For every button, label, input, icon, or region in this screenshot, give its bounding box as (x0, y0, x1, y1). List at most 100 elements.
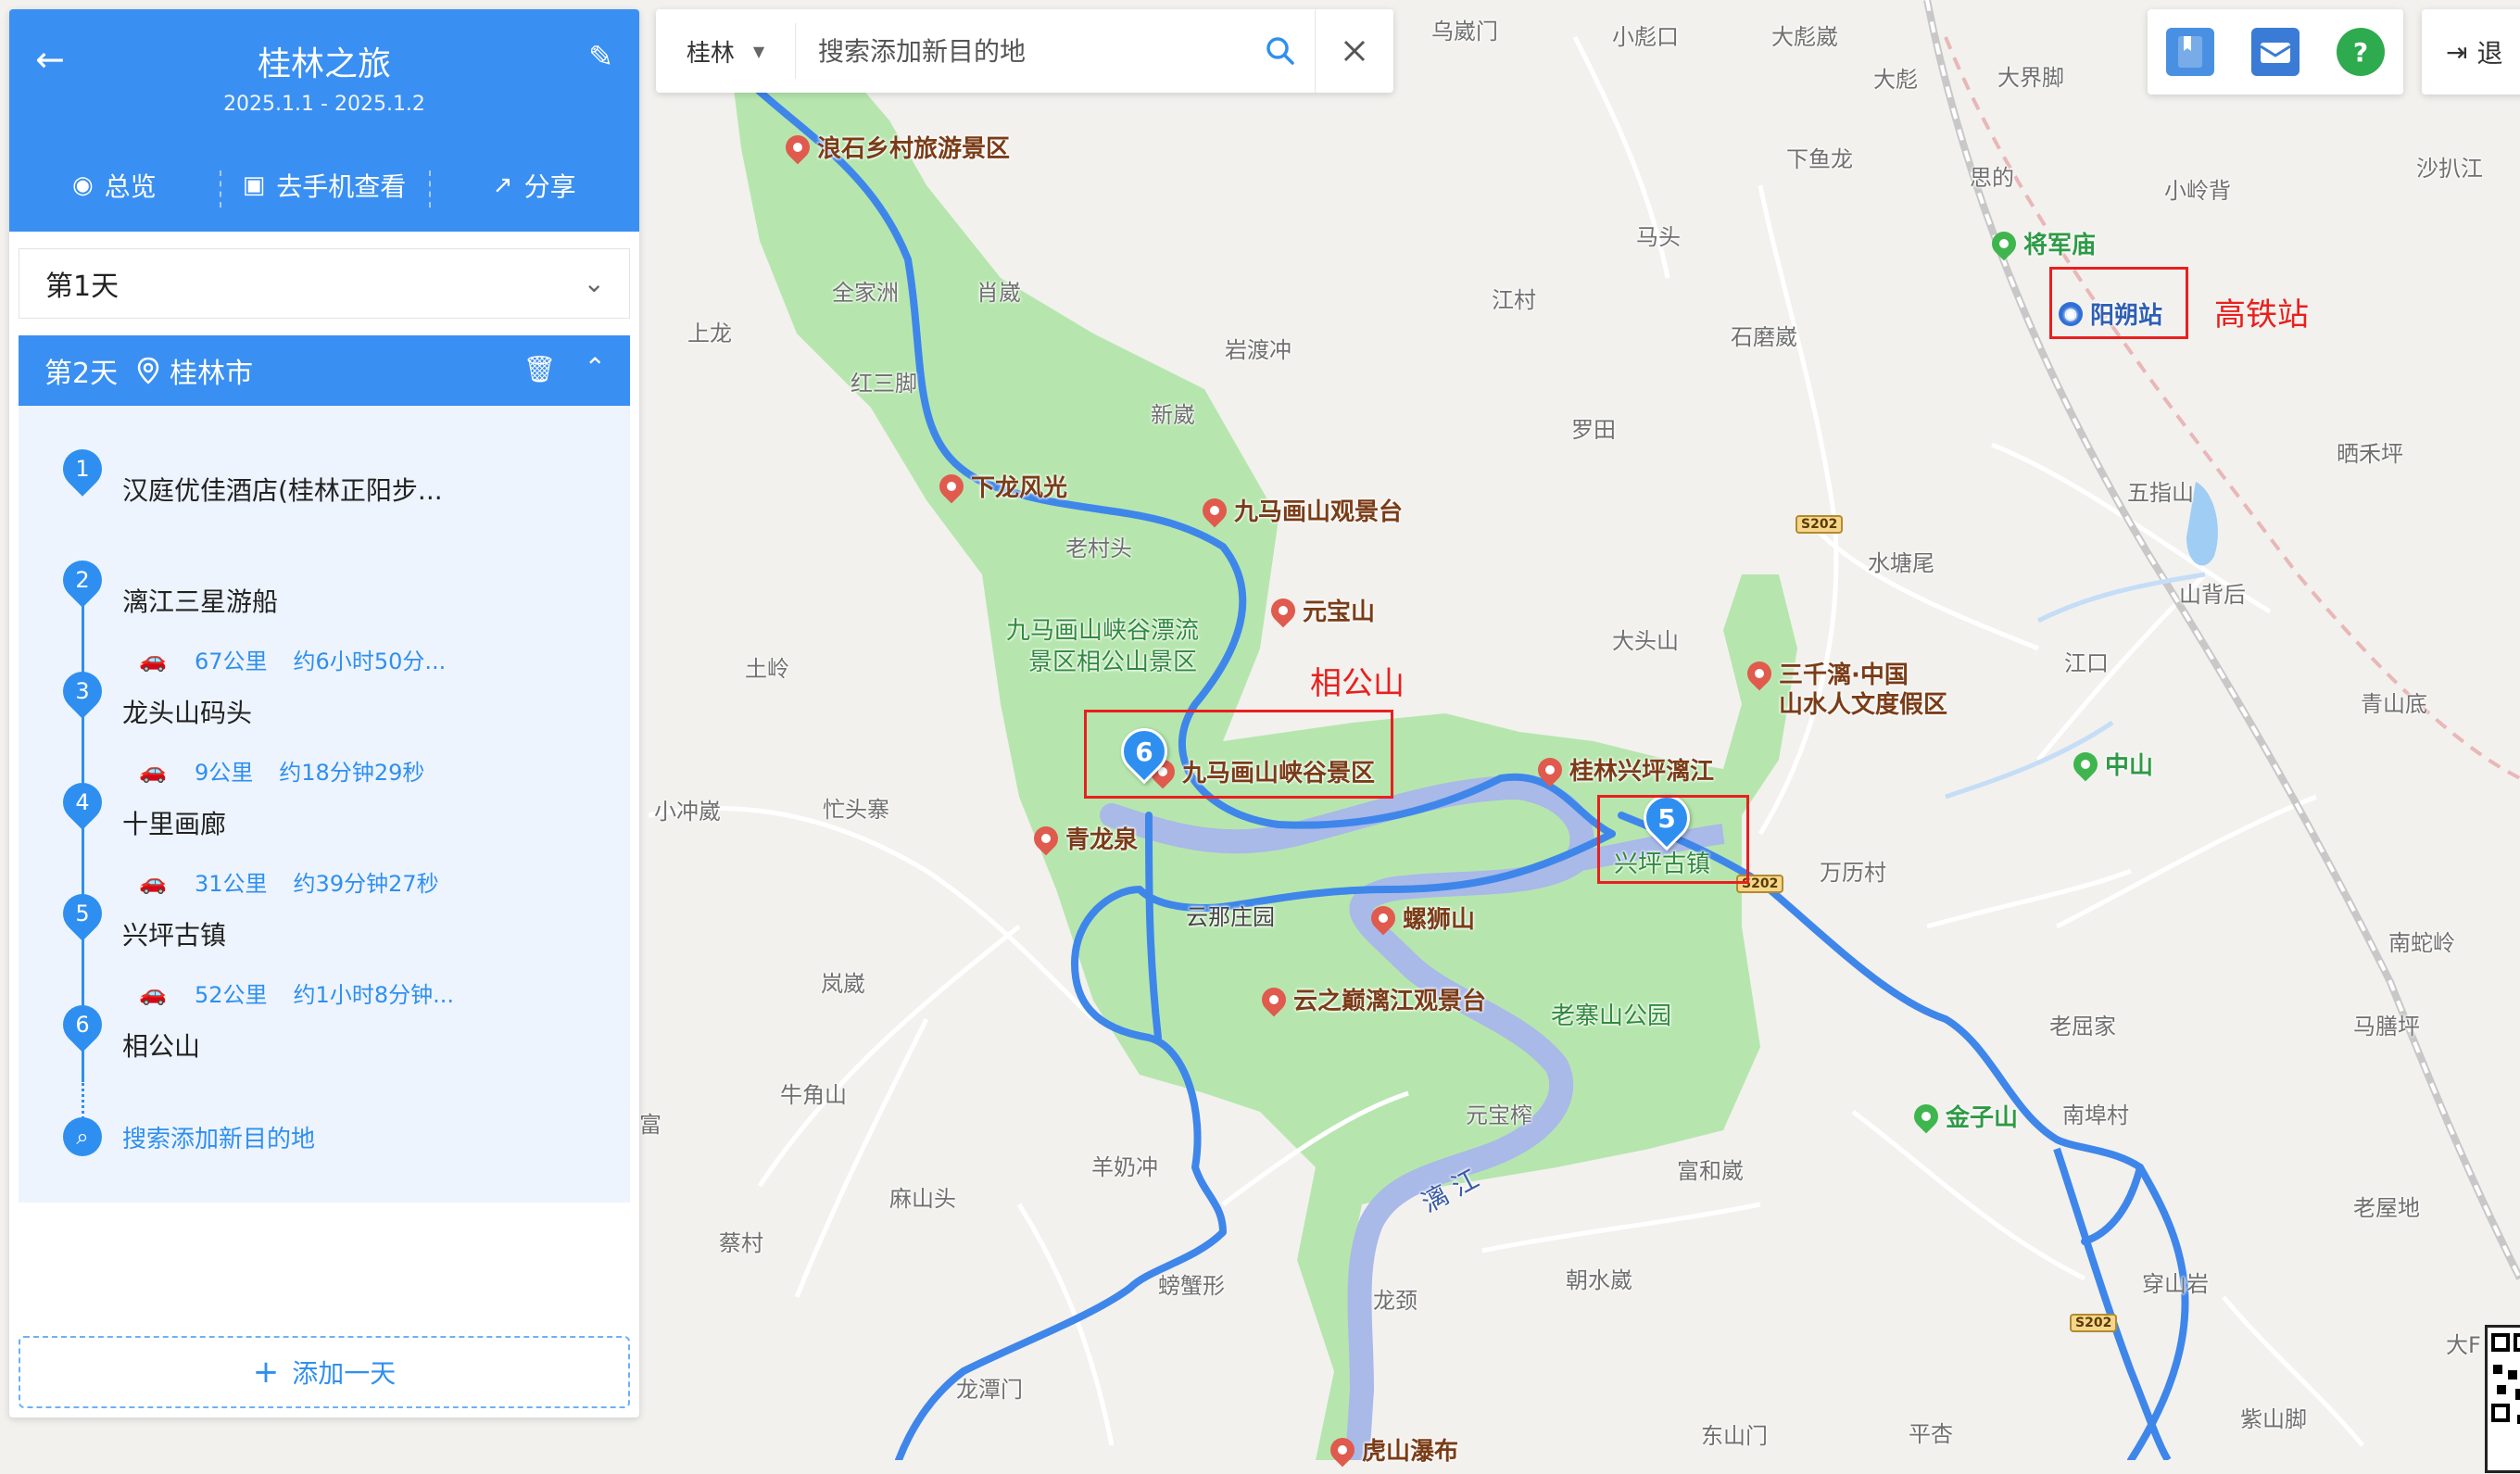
place-label: 老屋地 (2353, 1195, 2420, 1221)
place-label: 石磨崴 (1731, 324, 1797, 350)
poi-pin-icon (1532, 752, 1568, 787)
place-label: 水塘尾 (1868, 550, 1934, 576)
annotation-label: 高铁站 (2214, 296, 2309, 334)
route-segment[interactable]: 🚗 31公里 约39分钟27秒 (139, 865, 439, 898)
location-pin-icon (137, 357, 159, 384)
road-badge: S202 (1796, 515, 1844, 534)
place-label: 南蛇岭 (2388, 930, 2455, 956)
trip-header: ← 桂林之旅 2025.1.1 - 2025.1.2 ✎ ◉ 总览 ▣ 去手机查看 … (9, 9, 639, 232)
trip-dates: 2025.1.1 - 2025.1.2 (223, 93, 425, 116)
road-badge: S202 (2070, 1314, 2118, 1332)
message-icon[interactable] (2251, 28, 2300, 76)
search-button[interactable] (1246, 9, 1315, 93)
trash-icon[interactable]: 🗑 (523, 354, 556, 384)
mountain-pin-icon (2068, 747, 2103, 781)
place-label: 全家洲 (832, 280, 899, 306)
poi-marker[interactable]: 云之巅漓江观景台 (1256, 982, 1486, 1016)
place-label: 老屈家 (2049, 1014, 2116, 1039)
close-icon (1343, 40, 1366, 62)
place-label: 紫山脚 (2240, 1406, 2307, 1432)
place-label: 大彪 (1873, 67, 1918, 93)
poi-marker[interactable]: 青龙泉 (1028, 821, 1138, 855)
poi-pin-icon (780, 130, 815, 164)
place-label: 螃蟹形 (1158, 1273, 1225, 1299)
stop-name: 汉庭优佳酒店(桂林正阳步... (122, 475, 443, 506)
edit-pencil-icon[interactable]: ✎ (588, 39, 613, 74)
place-label: 牛角山 (780, 1082, 847, 1108)
poi-marker[interactable]: 金子山 (1909, 1099, 2018, 1133)
place-label: 穿山岩 (2142, 1271, 2209, 1297)
poi-marker[interactable]: 中山 (2068, 747, 2153, 781)
place-label: 新崴 (1151, 402, 1195, 428)
search-add-destination[interactable]: ⌕ 搜索添加新目的地 (63, 1117, 315, 1156)
chevron-up-icon[interactable]: ⌃ (585, 352, 606, 383)
place-label: 万历村 (1820, 860, 1886, 886)
stop-number-marker: 6 (55, 997, 110, 1052)
place-label: 土岭 (745, 656, 789, 682)
search-input[interactable] (796, 22, 1246, 80)
day-1-collapsed[interactable]: 第1天 ⌄ (19, 248, 630, 319)
place-label: 大彪崴 (1771, 24, 1838, 50)
day-2-header[interactable]: 第2天 桂林市 🗑 ⌃ (19, 335, 630, 406)
plus-icon: + (252, 1354, 280, 1391)
poi-pin-icon (1256, 982, 1292, 1016)
poi-pin-icon (1742, 656, 1777, 690)
car-icon: 🚗 (139, 868, 167, 895)
place-label: 小彪口 (1612, 24, 1679, 50)
stop-name: 龙头山码头 (122, 698, 253, 728)
place-label: 东山门 (1701, 1423, 1768, 1449)
poi-marker[interactable]: 虎山瀑布 (1325, 1432, 1458, 1467)
place-label: 岚崴 (821, 971, 865, 997)
place-label: 小冲崴 (654, 799, 721, 825)
poi-marker[interactable]: 将军庙 (1986, 226, 2096, 260)
place-label: 羊奶冲 (1091, 1154, 1158, 1180)
poi-sublabel: 山水人文度假区 (1779, 691, 1948, 719)
place-label: 晒禾坪 (2337, 441, 2403, 467)
place-label: 忙头寨 (823, 797, 889, 823)
poi-marker[interactable]: 螺狮山 (1366, 901, 1475, 935)
qr-code[interactable] (2485, 1325, 2520, 1473)
poi-marker[interactable]: 浪石乡村旅游景区 (780, 130, 1010, 164)
route-segment[interactable]: 🚗 9公里 约18分钟29秒 (139, 754, 424, 787)
exit-button[interactable]: ⇥ 退 (2422, 9, 2520, 94)
poi-pin-icon (1197, 493, 1232, 527)
city-selector[interactable]: 桂林 ▼ (656, 23, 796, 79)
poi-marker[interactable]: 下龙风光 (934, 469, 1067, 503)
place-label: 大F (2446, 1332, 2481, 1358)
phone-icon: ▣ (242, 171, 266, 199)
annotation-box (2049, 267, 2188, 339)
view-on-phone-button[interactable]: ▣ 去手机查看 (219, 167, 430, 208)
stop-number-marker: 4 (55, 775, 110, 830)
route-segment[interactable]: 🚗 52公里 约1小时8分钟... (139, 976, 454, 1009)
place-label: 沙扒江 (2416, 156, 2483, 182)
place-label: 蔡村 (719, 1230, 763, 1256)
bookmark-icon[interactable] (2166, 28, 2214, 76)
place-label: 大界脚 (1997, 65, 2064, 91)
search-icon (1266, 37, 1294, 65)
help-icon[interactable]: ? (2337, 28, 2385, 76)
place-label: 江村 (1492, 287, 1536, 313)
add-day-button[interactable]: + 添加一天 (19, 1336, 630, 1408)
place-label: 红三脚 (850, 371, 917, 397)
trip-title: 桂林之旅 (257, 45, 391, 83)
poi-marker[interactable]: 九马画山观景台 (1197, 493, 1403, 527)
poi-pin-icon (1325, 1432, 1360, 1467)
overview-button[interactable]: ◉ 总览 (9, 167, 220, 204)
place-label: 平杏 (1909, 1421, 1953, 1447)
place-label: 朝水崴 (1566, 1267, 1632, 1293)
share-button[interactable]: ↗ 分享 (429, 167, 639, 208)
place-label: 南埠村 (2062, 1102, 2129, 1128)
poi-marker[interactable]: 元宝山 (1266, 593, 1375, 627)
place-label: 小岭背 (2164, 178, 2231, 204)
itinerary-list: 1 汉庭优佳酒店(桂林正阳步... 2 漓江三星游船 🚗 67公里 约6小时50… (19, 406, 630, 1203)
route-segment[interactable]: 🚗 67公里 约6小时50分... (139, 643, 446, 675)
trip-actions: ◉ 总览 ▣ 去手机查看 ↗ 分享 (9, 167, 639, 208)
scenic-area-label: 景区相公山景区 (1028, 649, 1198, 676)
map-toolbar: ? (2148, 9, 2403, 94)
clear-button[interactable] (1315, 9, 1393, 93)
place-label: 上龙 (687, 321, 732, 346)
day-2-label: 第2天 (44, 358, 119, 390)
poi-marker[interactable]: 桂林兴坪漓江 (1532, 752, 1714, 787)
caret-down-icon: ▼ (752, 42, 765, 60)
place-label: 江口 (2064, 650, 2109, 676)
